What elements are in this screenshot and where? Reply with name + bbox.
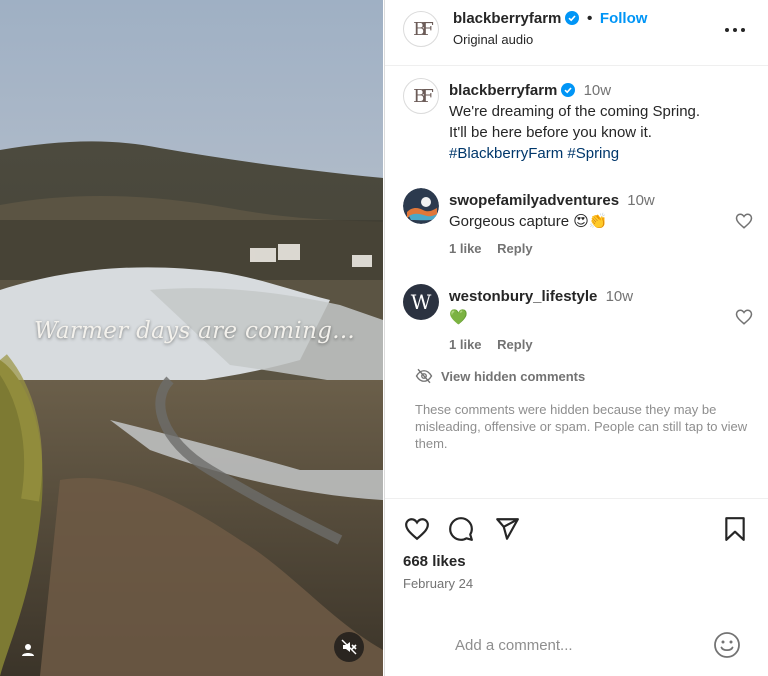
commenter-username[interactable]: swopefamilyadventures bbox=[449, 192, 619, 209]
hidden-comments-note: These comments were hidden because they … bbox=[415, 402, 748, 451]
comment-meta: 1 like Reply bbox=[449, 337, 545, 352]
comment-text: 💚 bbox=[449, 309, 468, 326]
user-icon bbox=[22, 644, 34, 656]
like-button[interactable] bbox=[403, 515, 431, 543]
comment-bubble-icon bbox=[449, 517, 473, 541]
caption-line-2: It'll be here before you know it. bbox=[449, 124, 652, 141]
verified-badge-icon bbox=[561, 83, 576, 97]
comment-item: W westonbury_lifestyle 10w 💚 1 like Repl… bbox=[403, 284, 753, 364]
follow-button[interactable]: Follow bbox=[600, 10, 648, 27]
caption-time[interactable]: 10w bbox=[584, 82, 612, 99]
avatar-letter: W bbox=[410, 290, 432, 314]
add-comment-input[interactable] bbox=[455, 632, 705, 658]
caption-text-block: blackberryfarm 10w We're dreaming of the… bbox=[449, 80, 749, 164]
commenter-avatar[interactable]: W bbox=[403, 284, 439, 320]
hashtag-link[interactable]: #Spring bbox=[567, 145, 619, 162]
header-separator: • bbox=[586, 10, 593, 27]
heart-icon bbox=[405, 518, 429, 541]
caption-username[interactable]: blackberryfarm bbox=[449, 82, 557, 99]
post-details-panel: BF blackberryfarm • Follow Original audi… bbox=[384, 0, 768, 676]
comment-time[interactable]: 10w bbox=[627, 192, 655, 209]
hashtag-link[interactable]: #BlackberryFarm bbox=[449, 145, 563, 162]
post-header: BF blackberryfarm • Follow Original audi… bbox=[385, 0, 768, 66]
logo-monogram: BF bbox=[413, 18, 434, 40]
audio-link[interactable]: Original audio bbox=[453, 32, 533, 47]
heart-icon[interactable] bbox=[735, 212, 753, 230]
bookmark-icon bbox=[725, 517, 745, 541]
post-date[interactable]: February 24 bbox=[403, 576, 473, 591]
more-options-button[interactable] bbox=[723, 18, 747, 42]
reply-button[interactable]: Reply bbox=[497, 241, 532, 256]
comment-likes[interactable]: 1 like bbox=[449, 241, 482, 256]
post-media[interactable]: Warmer days are coming... bbox=[0, 0, 383, 676]
commenter-username[interactable]: westonbury_lifestyle bbox=[449, 288, 597, 305]
heart-icon[interactable] bbox=[735, 308, 753, 326]
comment-text: Gorgeous capture 😍👏 bbox=[449, 213, 608, 230]
more-options-icon bbox=[725, 28, 745, 32]
post-actions: 668 likes February 24 bbox=[385, 498, 768, 618]
speaker-muted-icon bbox=[341, 639, 357, 655]
avatar-image bbox=[403, 188, 439, 224]
eye-off-icon bbox=[415, 368, 433, 384]
likes-count[interactable]: 668 likes bbox=[403, 553, 466, 570]
comment-likes[interactable]: 1 like bbox=[449, 337, 482, 352]
caption-avatar[interactable]: BF bbox=[403, 78, 439, 114]
view-hidden-comments-label: View hidden comments bbox=[441, 368, 586, 384]
mute-button[interactable] bbox=[334, 632, 364, 662]
save-button[interactable] bbox=[721, 515, 749, 543]
verified-badge-icon bbox=[565, 11, 580, 25]
caption-line-1: We're dreaming of the coming Spring. bbox=[449, 103, 701, 120]
comment-meta: 1 like Reply bbox=[449, 241, 545, 256]
logo-monogram: BF bbox=[413, 85, 434, 107]
comment-time[interactable]: 10w bbox=[606, 288, 634, 305]
view-hidden-comments-button[interactable]: View hidden comments bbox=[415, 367, 585, 385]
reply-button[interactable]: Reply bbox=[497, 337, 532, 352]
video-overlay-text: Warmer days are coming... bbox=[33, 318, 356, 344]
comment-body: swopefamilyadventures 10w Gorgeous captu… bbox=[449, 190, 709, 232]
blackberryfarm-avatar[interactable]: BF bbox=[403, 11, 439, 47]
paper-plane-icon bbox=[496, 518, 519, 540]
comment-body: westonbury_lifestyle 10w 💚 bbox=[449, 286, 709, 328]
share-button[interactable] bbox=[493, 515, 521, 543]
post-username[interactable]: blackberryfarm bbox=[453, 10, 561, 27]
header-title-row: blackberryfarm • Follow bbox=[453, 10, 647, 28]
commenter-avatar[interactable] bbox=[403, 188, 439, 224]
comment-item: swopefamilyadventures 10w Gorgeous captu… bbox=[403, 188, 753, 268]
comment-button[interactable] bbox=[447, 515, 475, 543]
emoji-icon[interactable] bbox=[712, 630, 742, 660]
add-comment-bar bbox=[385, 618, 768, 676]
tagged-user-button[interactable] bbox=[14, 636, 42, 664]
